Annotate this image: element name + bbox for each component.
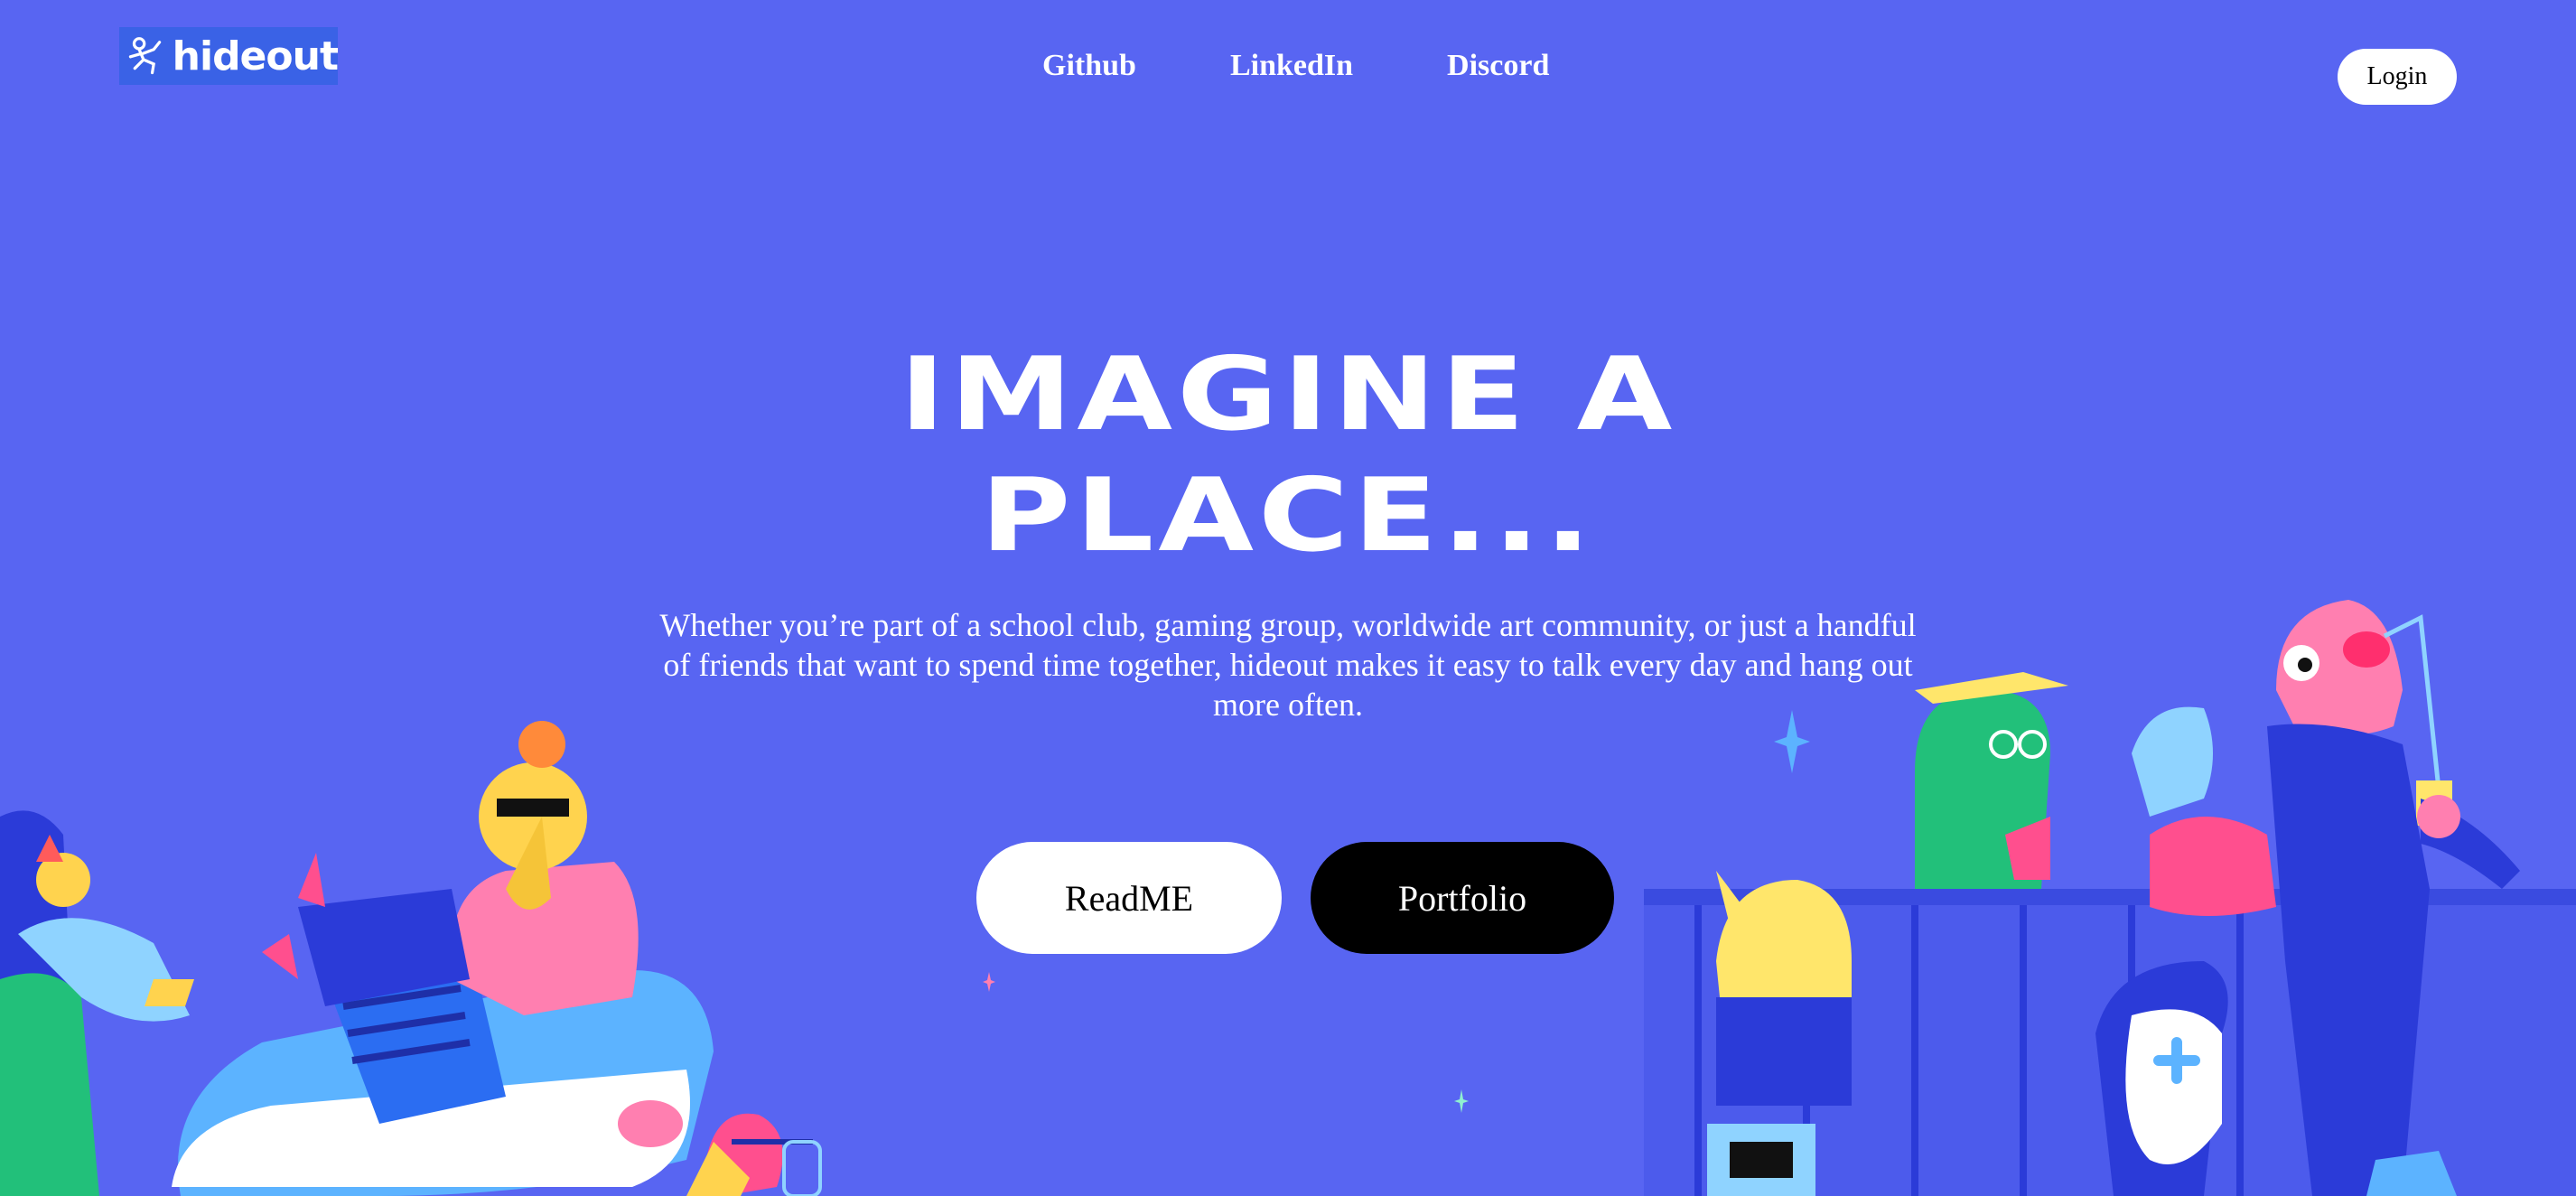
- hero-actions: ReadME Portfolio: [976, 842, 1614, 954]
- headline-line-1: IMAGINE A: [899, 336, 1677, 453]
- headline-line-2: PLACE...: [980, 457, 1596, 575]
- hero-headline: IMAGINE A PLACE...: [737, 334, 1839, 576]
- sparkle-icon: [1454, 1089, 1469, 1113]
- hero-description: Whether you’re part of a school club, ga…: [659, 607, 1917, 723]
- nav-link-discord[interactable]: Discord: [1447, 49, 1549, 83]
- sparkle-icon: [983, 972, 995, 992]
- hero-section: IMAGINE A PLACE... Whether you’re part o…: [0, 334, 2576, 724]
- top-navigation-bar: hideout Github LinkedIn Discord Login: [0, 0, 2576, 145]
- hideout-logo-icon: [128, 37, 162, 75]
- logo-wordmark: hideout: [172, 33, 339, 79]
- nav-link-linkedin[interactable]: LinkedIn: [1230, 49, 1353, 83]
- login-button[interactable]: Login: [2338, 49, 2457, 105]
- portfolio-button[interactable]: Portfolio: [1311, 842, 1614, 954]
- main-nav: Github LinkedIn Discord: [1042, 49, 1549, 83]
- readme-button[interactable]: ReadME: [976, 842, 1282, 954]
- hideout-logo[interactable]: hideout: [119, 27, 339, 85]
- nav-link-github[interactable]: Github: [1042, 49, 1136, 83]
